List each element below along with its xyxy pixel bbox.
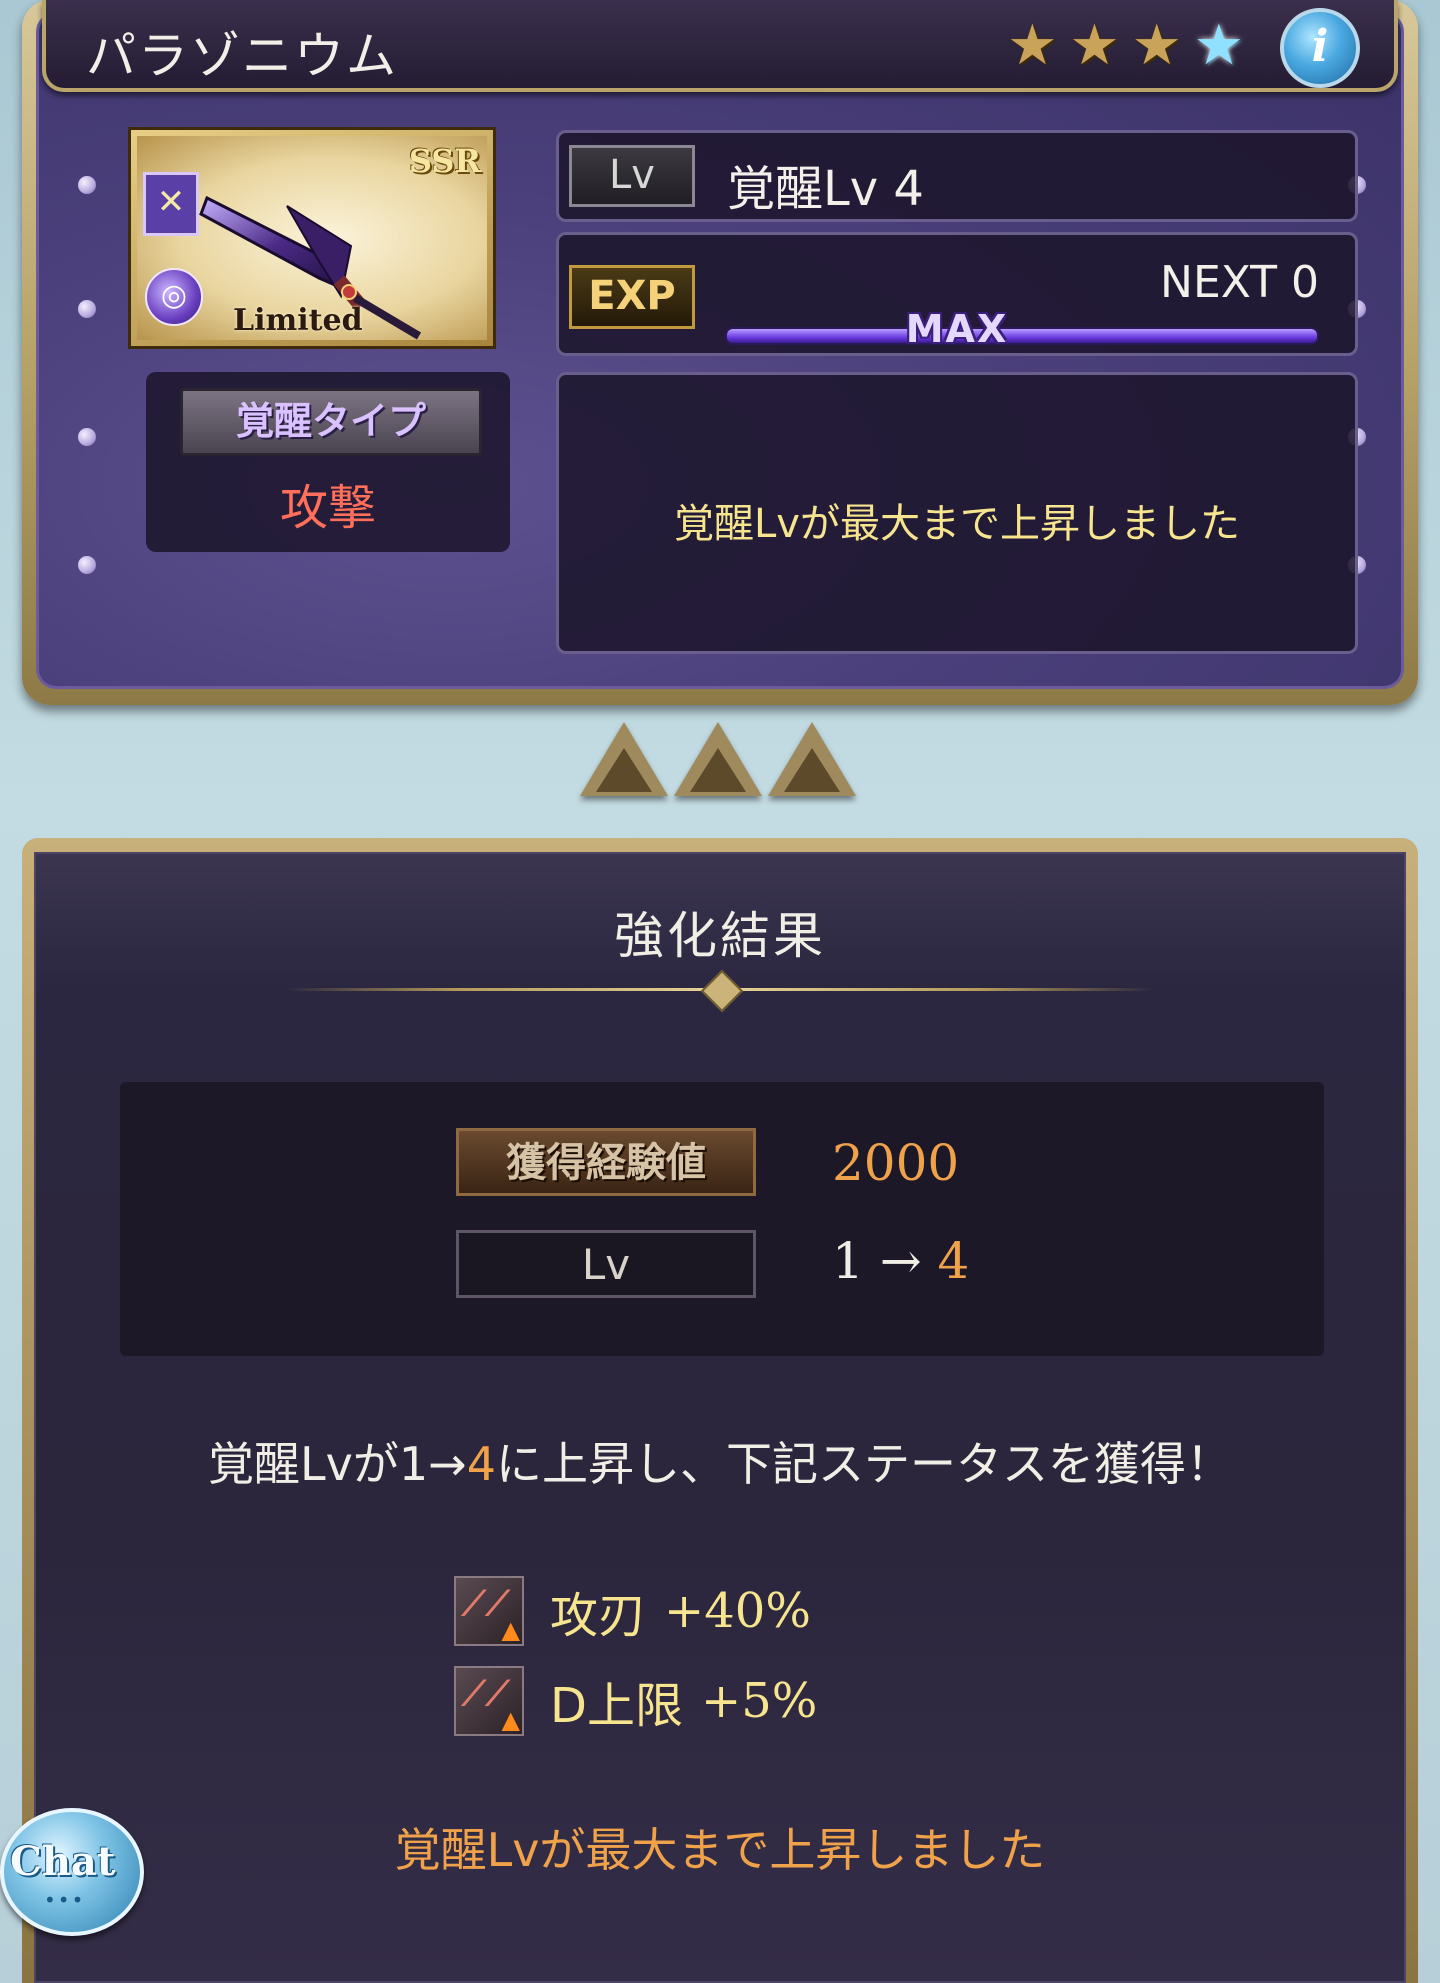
level-tag: Lv [569,145,695,207]
desc-highlight: 4 [466,1437,496,1491]
chat-button[interactable]: Chat ••• [0,1808,144,1936]
level-change-value: 1 → 4 [832,1232,969,1290]
pyramid-icon [768,722,856,796]
exp-max-label: MAX [905,307,1009,351]
weapon-thumbnail[interactable]: SSR ✕ ◎ Limited [128,127,496,349]
gained-exp-label: 獲得経験値 [456,1128,756,1196]
level-from: 1 [832,1232,864,1290]
skill-row: D上限 +5% [454,1664,817,1738]
info-icon[interactable]: i [1280,8,1360,88]
desc-prefix: 覚醒Lvが1→ [208,1437,467,1491]
rivet-icon [78,428,96,446]
star-icon: ★ [1069,13,1120,78]
skill-up-icon [454,1666,524,1736]
result-title: 強化結果 [614,907,826,965]
ornament-icon [700,969,744,1013]
result-stats-box: 獲得経験値 2000 Lv 1 → 4 [120,1082,1324,1356]
chat-dots-icon: ••• [44,1888,86,1912]
exp-tag: EXP [569,265,695,329]
star-rating: ★ ★ ★ ★ [1007,18,1244,74]
result-description: 覚醒Lvが1→4に上昇し、下記ステータスを獲得！ [36,1428,1404,1494]
status-message: 覚醒Lvが最大まで上昇しました [674,501,1240,547]
skill-row: 攻刃 +40% [454,1574,811,1648]
status-message-panel: 覚醒Lvが最大まで上昇しました [556,372,1358,654]
level-change-label: Lv [456,1230,756,1298]
level-row: Lv 覚醒Lv 4 [556,130,1358,222]
skill-name: D上限 [550,1678,683,1734]
star-blue-icon: ★ [1193,13,1244,78]
star-icon: ★ [1007,13,1058,78]
awakening-level-text: 覚醒Lv 4 [727,161,924,217]
chat-label: Chat [10,1838,116,1885]
desc-suffix: に上昇し、下記ステータスを獲得！ [495,1437,1232,1491]
awakening-type-label: 覚醒タイプ [180,388,482,456]
rarity-badge: SSR [408,142,481,180]
element-icon: ◎ [145,268,203,326]
awakening-type-panel: 覚醒タイプ 攻撃 [146,372,510,552]
result-card: 強化結果 獲得経験値 2000 Lv 1 → 4 覚醒Lvが1→4に上昇し、下記… [22,838,1418,1983]
arrow-icon: → [879,1232,922,1290]
title-bar: パラゾニウム ★ ★ ★ ★ i [42,0,1398,92]
rivet-icon [78,176,96,194]
rivet-icon [78,556,96,574]
star-icon: ★ [1131,13,1182,78]
pyramid-icon [580,722,668,796]
skill-name: 攻刃 [550,1588,647,1644]
weapon-art: SSR ✕ ◎ Limited [137,136,487,340]
skill-bonus: +5% [700,1673,818,1729]
final-message: 覚醒Lvが最大まで上昇しました [394,1823,1046,1877]
result-panel: 強化結果 獲得経験値 2000 Lv 1 → 4 覚醒Lvが1→4に上昇し、下記… [34,852,1406,1983]
weapon-type-icon: ✕ [143,172,199,236]
skill-up-icon [454,1576,524,1646]
weapon-card: パラゾニウム ★ ★ ★ ★ i SSR ✕ ◎ Limited 覚醒タイプ 攻… [22,0,1418,705]
gained-exp-value: 2000 [832,1134,960,1192]
level-to: 4 [937,1232,970,1290]
skill-bonus: +40% [664,1583,811,1639]
rivet-icon [78,300,96,318]
limited-label: Limited [233,303,363,338]
pyramid-icon [674,722,762,796]
arrow-indicator [580,722,856,796]
exp-row: EXP NEXT 0 MAX [556,232,1358,356]
weapon-name: パラゾニウム [86,27,398,85]
exp-progress-bar [725,327,1319,345]
next-exp-text: NEXT 0 [1160,257,1319,308]
awakening-type-value: 攻撃 [279,480,376,536]
